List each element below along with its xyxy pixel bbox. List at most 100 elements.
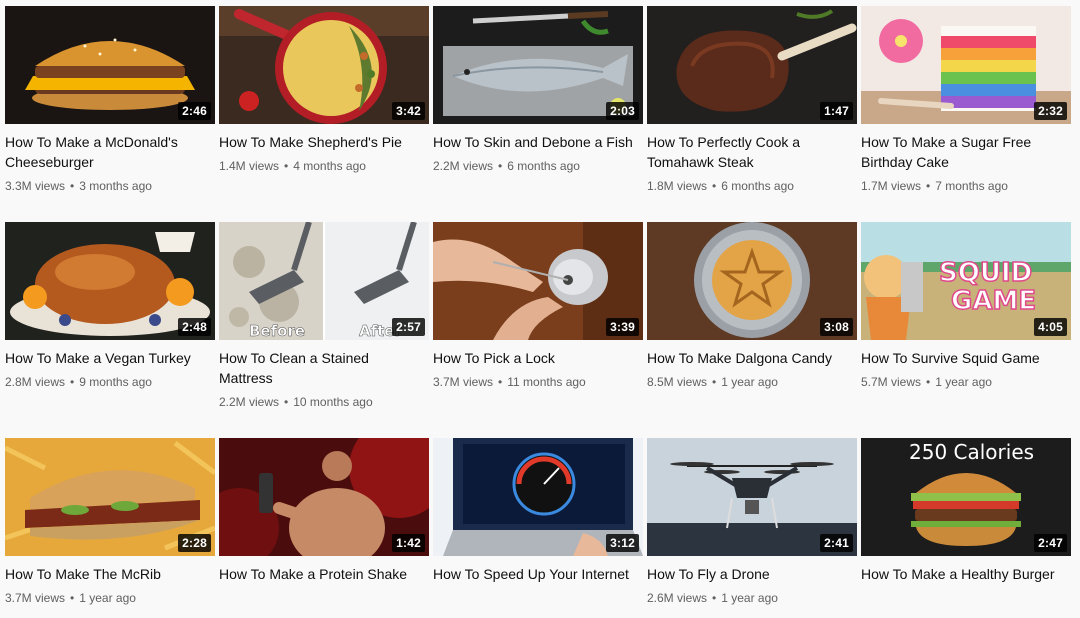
upload-age: 1 year ago [721, 591, 778, 605]
squid-game-thumbnail[interactable]: SQUID GAME 4:05 [861, 222, 1071, 340]
upload-age: 9 months ago [79, 375, 152, 389]
healthy-burger-thumbnail[interactable]: 250 Calories 2:47 [861, 438, 1071, 556]
duration-badge: 2:57 [392, 318, 425, 336]
video-meta: 8.5M views • 1 year ago [647, 374, 857, 390]
upload-age: 3 months ago [79, 179, 152, 193]
view-count: 1.8M views [647, 179, 708, 193]
before-label: Before [249, 322, 306, 340]
view-count: 3.7M views [433, 375, 494, 389]
calories-label: 250 Calories [909, 440, 1035, 464]
duration-badge: 3:39 [606, 318, 639, 336]
video-meta: 1.8M views • 6 months ago [647, 178, 857, 194]
upload-age: 1 year ago [79, 591, 136, 605]
video-meta: 1.7M views • 7 months ago [861, 178, 1071, 194]
video-card[interactable]: Before After 2:57 How To Clean a Stained… [219, 222, 429, 410]
video-card[interactable]: 3:39 How To Pick a Lock 3.7M views • 11 mo… [433, 222, 643, 390]
separator-dot: • [70, 179, 75, 193]
video-card[interactable]: 2:46 How To Make a McDonald's Cheeseburg… [5, 6, 215, 194]
duration-badge: 3:42 [392, 102, 425, 120]
video-card[interactable]: 2:41 How To Fly a Drone 2.6M views • 1 yea… [647, 438, 857, 606]
fish-thumbnail[interactable]: 2:03 [433, 6, 643, 124]
protein-shake-thumbnail[interactable]: 1:42 [219, 438, 429, 556]
duration-badge: 1:47 [820, 102, 853, 120]
upload-age: 10 months ago [293, 395, 373, 409]
mcrib-thumbnail[interactable]: 2:28 [5, 438, 215, 556]
video-card[interactable]: 3:08 How To Make Dalgona Candy 8.5M view… [647, 222, 857, 390]
rainbow-cake-thumbnail[interactable]: 2:32 [861, 6, 1071, 124]
upload-age: 7 months ago [935, 179, 1008, 193]
lock-thumbnail[interactable]: 3:39 [433, 222, 643, 340]
upload-age: 6 months ago [721, 179, 794, 193]
video-title[interactable]: How To Skin and Debone a Fish [433, 132, 643, 152]
duration-badge: 1:42 [392, 534, 425, 552]
video-title[interactable]: How To Fly a Drone [647, 564, 857, 584]
steak-thumbnail[interactable]: 1:47 [647, 6, 857, 124]
turkey-thumbnail[interactable]: 2:48 [5, 222, 215, 340]
separator-dot: • [498, 159, 503, 173]
upload-age: 1 year ago [721, 375, 778, 389]
video-meta: 2.6M views • 1 year ago [647, 590, 857, 606]
separator-dot: • [284, 395, 289, 409]
duration-badge: 2:28 [178, 534, 211, 552]
view-count: 1.7M views [861, 179, 922, 193]
video-title[interactable]: How To Survive Squid Game [861, 348, 1071, 368]
video-title[interactable]: How To Make a Vegan Turkey [5, 348, 215, 368]
mattress-thumbnail[interactable]: Before After 2:57 [219, 222, 429, 340]
shepherds-pie-thumbnail[interactable]: 3:42 [219, 6, 429, 124]
separator-dot: • [284, 159, 289, 173]
squid-logo-line1: SQUID [938, 258, 1033, 288]
video-title[interactable]: How To Pick a Lock [433, 348, 643, 368]
duration-badge: 3:12 [606, 534, 639, 552]
video-card[interactable]: 2:48 How To Make a Vegan Turkey 2.8M vie… [5, 222, 215, 390]
duration-badge: 2:32 [1034, 102, 1067, 120]
video-grid: 2:46 How To Make a McDonald's Cheeseburg… [0, 0, 1080, 618]
view-count: 2.6M views [647, 591, 708, 605]
upload-age: 6 months ago [507, 159, 580, 173]
cheeseburger-thumbnail[interactable]: 2:46 [5, 6, 215, 124]
video-title[interactable]: How To Perfectly Cook a Tomahawk Steak [647, 132, 857, 172]
view-count: 3.7M views [5, 591, 66, 605]
video-meta: 2.8M views • 9 months ago [5, 374, 215, 390]
view-count: 8.5M views [647, 375, 708, 389]
view-count: 5.7M views [861, 375, 922, 389]
video-card[interactable]: SQUID GAME 4:05 How To Survive Squid Gam… [861, 222, 1071, 390]
duration-badge: 2:48 [178, 318, 211, 336]
video-card[interactable]: 2:03 How To Skin and Debone a Fish 2.2M … [433, 6, 643, 174]
video-title[interactable]: How To Clean a Stained Mattress [219, 348, 429, 388]
view-count: 3.3M views [5, 179, 66, 193]
upload-age: 4 months ago [293, 159, 366, 173]
video-meta: 1.4M views • 4 months ago [219, 158, 429, 174]
video-title[interactable]: How To Make Dalgona Candy [647, 348, 857, 368]
video-card[interactable]: 1:47 How To Perfectly Cook a Tomahawk St… [647, 6, 857, 194]
video-title[interactable]: How To Make a Sugar Free Birthday Cake [861, 132, 1071, 172]
video-meta: 5.7M views • 1 year ago [861, 374, 1071, 390]
video-meta: 2.2M views • 6 months ago [433, 158, 643, 174]
duration-badge: 2:47 [1034, 534, 1067, 552]
video-card[interactable]: 2:28 How To Make The McRib 3.7M views • 1 … [5, 438, 215, 606]
video-title[interactable]: How To Speed Up Your Internet [433, 564, 643, 584]
video-title[interactable]: How To Make Shepherd's Pie [219, 132, 429, 152]
video-card[interactable]: 250 Calories 2:47 How To Make a Healthy … [861, 438, 1071, 584]
dalgona-thumbnail[interactable]: 3:08 [647, 222, 857, 340]
view-count: 2.2M views [219, 395, 280, 409]
drone-thumbnail[interactable]: 2:41 [647, 438, 857, 556]
video-meta: 3.3M views • 3 months ago [5, 178, 215, 194]
video-meta: 3.7M views • 1 year ago [5, 590, 215, 606]
video-title[interactable]: How To Make a Protein Shake [219, 564, 429, 584]
duration-badge: 4:05 [1034, 318, 1067, 336]
internet-speed-thumbnail[interactable]: 3:12 [433, 438, 643, 556]
duration-badge: 2:46 [178, 102, 211, 120]
view-count: 2.2M views [433, 159, 494, 173]
video-title[interactable]: How To Make The McRib [5, 564, 215, 584]
separator-dot: • [498, 375, 503, 389]
view-count: 2.8M views [5, 375, 66, 389]
video-card[interactable]: 3:12 How To Speed Up Your Internet [433, 438, 643, 584]
video-title[interactable]: How To Make a McDonald's Cheeseburger [5, 132, 215, 172]
separator-dot: • [712, 591, 717, 605]
video-meta: 3.7M views • 11 months ago [433, 374, 643, 390]
video-card[interactable]: 3:42 How To Make Shepherd's Pie 1.4M vie… [219, 6, 429, 174]
video-card[interactable]: 1:42 How To Make a Protein Shake [219, 438, 429, 584]
video-card[interactable]: 2:32 How To Make a Sugar Free Birthday C… [861, 6, 1071, 194]
separator-dot: • [926, 375, 931, 389]
video-title[interactable]: How To Make a Healthy Burger [861, 564, 1071, 584]
